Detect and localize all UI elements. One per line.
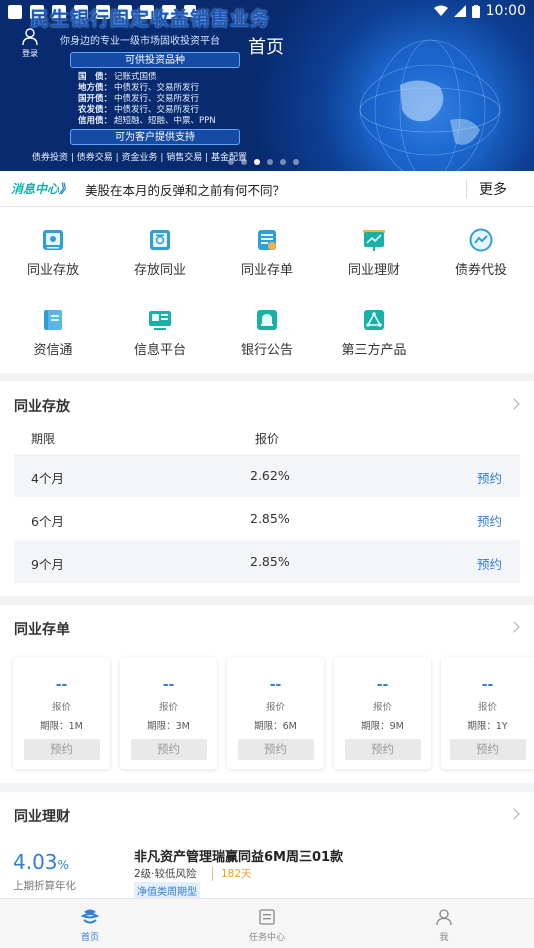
menu-item-credit[interactable]: 资信通 bbox=[0, 308, 106, 358]
wm-product-name[interactable]: 非凡资产管理瑞赢同益6M周三01款 bbox=[134, 846, 343, 865]
wifi-icon bbox=[433, 5, 448, 16]
user-icon bbox=[22, 28, 38, 46]
tab-me[interactable]: 我 bbox=[404, 907, 484, 943]
news-center-tag: 消息中心》 bbox=[11, 182, 72, 196]
clock: 10:00 bbox=[485, 3, 526, 19]
menu-item-third-party[interactable]: 第三方产品 bbox=[321, 308, 427, 358]
menu-item-interbank-deposit[interactable]: 同业存放 bbox=[0, 228, 106, 278]
book-button[interactable]: 预约 bbox=[130, 739, 207, 760]
more-link[interactable]: 更多 bbox=[479, 179, 507, 199]
table-row: 6个月 2.85% 预约 bbox=[31, 511, 503, 530]
banner-support-pill: 可为客户提供支持 bbox=[70, 129, 240, 145]
book-icon bbox=[44, 310, 62, 330]
menu-item-interbank-cd[interactable]: 同业存单 bbox=[214, 228, 320, 278]
table-row: 9个月 2.85% 预约 bbox=[14, 540, 520, 583]
table-row: 4个月 2.62% 预约 bbox=[14, 454, 520, 497]
divider bbox=[466, 180, 467, 198]
book-button[interactable]: 预约 bbox=[23, 739, 100, 760]
task-icon bbox=[259, 909, 275, 925]
document-icon bbox=[258, 230, 276, 250]
cd-title: 同业存单 bbox=[14, 622, 70, 638]
chevron-right-icon[interactable] bbox=[508, 621, 520, 633]
deposit-icon bbox=[43, 230, 63, 250]
login-button[interactable]: 登录 bbox=[18, 28, 42, 59]
tab-home[interactable]: 首页 bbox=[50, 907, 130, 943]
chevron-right-icon[interactable] bbox=[508, 398, 520, 410]
banner-services: 债券投资 | 债券交易 | 资金业务 | 销售交易 | 基金配置 bbox=[32, 153, 248, 163]
menu-item-info-platform[interactable]: 信息平台 bbox=[107, 308, 213, 358]
banner-bond-list: 国 债： 记账式国债 地方债： 中债发行、交易所发行 国开债： 中债发行、交易所发行 … bbox=[78, 72, 216, 126]
safe-icon bbox=[150, 230, 170, 250]
wm-rate-label: 上期折算年化 bbox=[13, 880, 76, 892]
menu-item-deposit-interbank[interactable]: 存放同业 bbox=[107, 228, 213, 278]
promo-banner[interactable]: 10:00 民生银行固定收益销售业务 你身边的专业一级市场固收投资平台 可供投资… bbox=[0, 0, 534, 171]
col-price: 报价 bbox=[255, 432, 280, 446]
cd-item[interactable]: -- 报价 期限：1Y 预约 bbox=[441, 657, 534, 769]
banner-headline: 民生银行固定收益销售业务 bbox=[30, 8, 271, 30]
news-bar[interactable]: 消息中心》 美股在本月的反弹和之前有何不同？ 更多 bbox=[0, 171, 534, 207]
presentation-icon bbox=[363, 230, 385, 251]
bottom-tab-bar: 首页 任务中心 我 bbox=[0, 898, 534, 948]
feature-grid: 同业存放 存放同业 同业存单 同业理财 债券代投 资信通 信息平台 银行公告 第… bbox=[0, 207, 534, 373]
news-headline[interactable]: 美股在本月的反弹和之前有何不同？ bbox=[85, 180, 285, 199]
col-term: 期限 bbox=[31, 432, 56, 446]
menu-item-bond-proxy[interactable]: 债券代投 bbox=[428, 228, 534, 278]
page-title: 首页 bbox=[248, 37, 284, 58]
signal-icon bbox=[453, 5, 466, 17]
home-logo-icon bbox=[80, 909, 100, 924]
cd-item[interactable]: -- 报价 期限：1M 预约 bbox=[13, 657, 110, 769]
monitor-icon bbox=[149, 311, 171, 330]
wm-rate: 4.03% bbox=[13, 850, 69, 874]
book-button[interactable]: 预约 bbox=[449, 739, 526, 760]
banner-subline: 你身边的专业一级市场固收投资平台 bbox=[60, 36, 220, 47]
cd-item[interactable]: -- 报价 期限：6M 预约 bbox=[227, 657, 324, 769]
deposit-card: 同业存放 期限 报价 4个月 2.62% 预约 6个月 2.85% 预约 9个月… bbox=[0, 381, 534, 596]
chart-circle-icon bbox=[469, 228, 493, 252]
book-button[interactable]: 预约 bbox=[477, 511, 502, 530]
chevron-right-icon[interactable] bbox=[508, 808, 520, 820]
book-button[interactable]: 预约 bbox=[237, 739, 314, 760]
wm-risk-level: 2级·较低风险 bbox=[134, 868, 197, 880]
wm-card: 同业理财 4.03% 上期折算年化 非凡资产管理瑞赢同益6M周三01款 2级·较… bbox=[0, 792, 534, 899]
menu-item-interbank-wm[interactable]: 同业理财 bbox=[321, 228, 427, 278]
wm-title: 同业理财 bbox=[14, 809, 70, 825]
cd-card: 同业存单 -- 报价 期限：1M 预约 -- 报价 期限：3M 预约 -- 报价… bbox=[0, 605, 534, 783]
tab-task-center[interactable]: 任务中心 bbox=[227, 907, 307, 943]
triangle-network-icon bbox=[364, 310, 384, 330]
cd-item[interactable]: -- 报价 期限：9M 预约 bbox=[334, 657, 431, 769]
book-button[interactable]: 预约 bbox=[344, 739, 421, 760]
battery-icon bbox=[471, 4, 480, 18]
carousel-indicator bbox=[228, 159, 299, 165]
book-button[interactable]: 预约 bbox=[477, 468, 502, 487]
wm-duration: 182天 bbox=[212, 866, 252, 881]
notification-icon bbox=[8, 5, 22, 19]
cd-item[interactable]: -- 报价 期限：3M 预约 bbox=[120, 657, 217, 769]
globe-graphic bbox=[359, 39, 501, 171]
book-button[interactable]: 预约 bbox=[477, 554, 502, 573]
deposit-title: 同业存放 bbox=[14, 399, 70, 415]
login-label: 登录 bbox=[22, 49, 38, 58]
bell-icon bbox=[257, 310, 277, 330]
user-icon bbox=[436, 909, 452, 926]
wm-type-badge: 净值类周期型 bbox=[134, 882, 200, 899]
menu-item-bank-notice[interactable]: 银行公告 bbox=[214, 308, 320, 358]
banner-products-pill: 可供投资品种 bbox=[70, 52, 240, 68]
